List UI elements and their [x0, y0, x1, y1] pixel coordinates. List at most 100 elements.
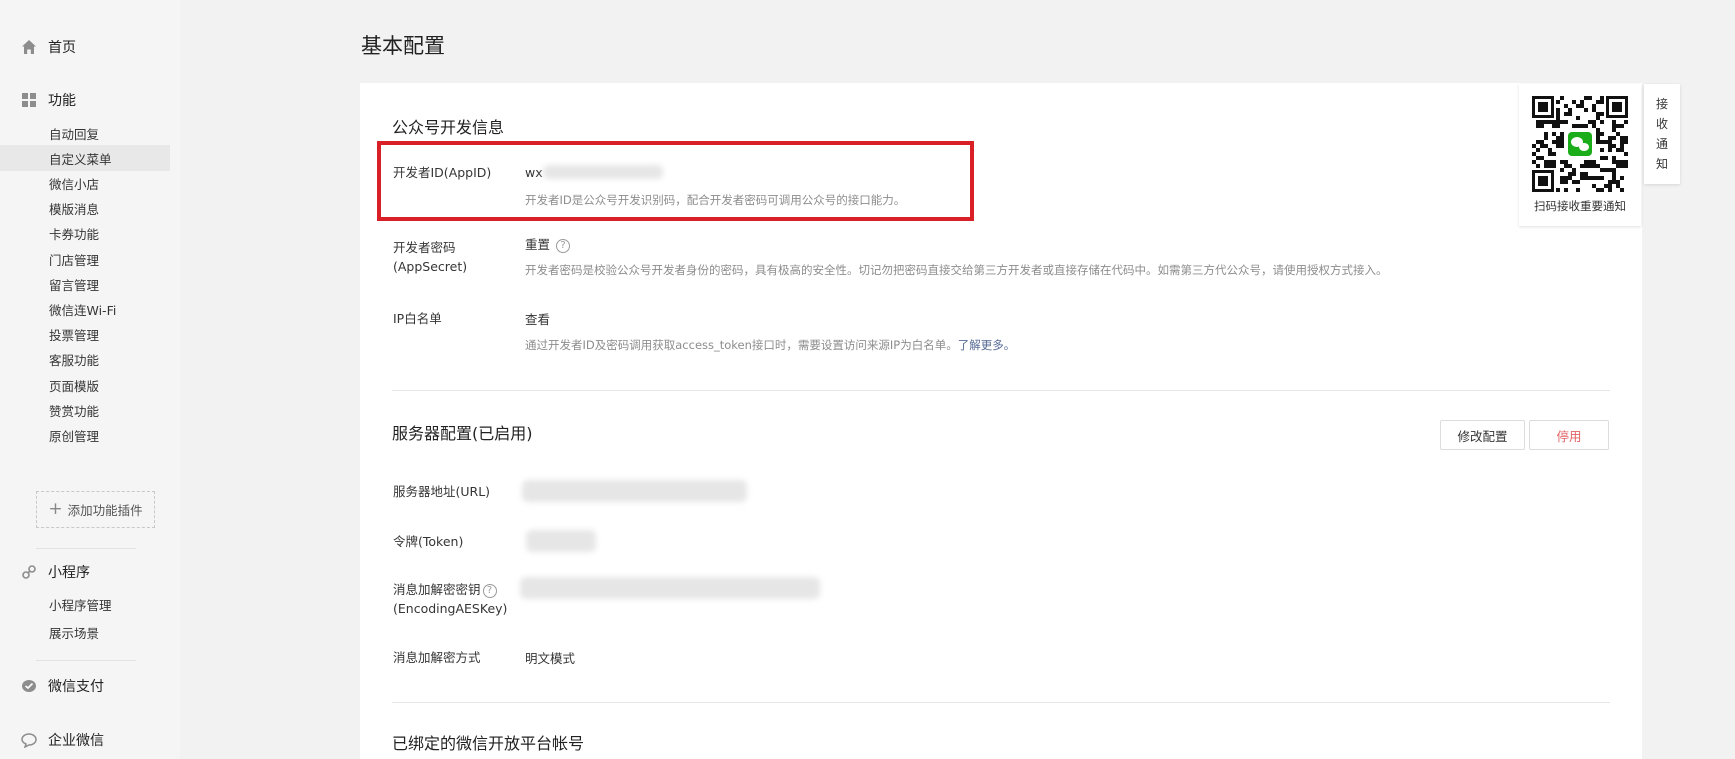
qr-module — [1616, 160, 1620, 164]
qr-module — [1556, 144, 1560, 148]
qr-module — [1620, 164, 1624, 168]
server-config-title: 服务器配置(已启用) — [392, 424, 533, 443]
sidebar-divider — [36, 548, 136, 549]
qr-module — [1556, 100, 1560, 104]
sidebar-item-showcase[interactable]: 展示场景 — [0, 619, 170, 645]
qr-module — [1612, 172, 1616, 176]
sidebar-item-label: 小程序管理 — [49, 597, 112, 613]
qr-module — [1560, 180, 1564, 184]
qr-module — [1572, 172, 1576, 176]
sidebar-pay[interactable]: 微信支付 — [20, 674, 104, 698]
sidebar-item-miniprogram-manage[interactable]: 小程序管理 — [0, 591, 170, 617]
qr-code — [1532, 96, 1628, 192]
help-icon[interactable]: ? — [482, 583, 497, 598]
qr-module — [1552, 132, 1556, 136]
sidebar-item-8[interactable]: 微信连Wi-Fi — [0, 296, 170, 322]
qr-module — [1608, 184, 1612, 188]
qr-module — [1620, 140, 1624, 144]
ip-whitelist-desc-text: 通过开发者ID及密码调用获取access_token接口时，需要设置访问来源IP… — [525, 338, 958, 352]
qr-module — [1576, 116, 1580, 120]
qr-module — [1620, 188, 1624, 192]
qr-module — [1588, 176, 1592, 180]
receive-notice-tab[interactable]: 接收通知 — [1644, 84, 1680, 184]
dev-info-title: 公众号开发信息 — [392, 118, 505, 137]
plus-icon: + — [48, 499, 63, 519]
qr-module — [1588, 96, 1592, 100]
sidebar-item-11[interactable]: 页面模版 — [0, 372, 170, 398]
qr-module — [1560, 136, 1564, 140]
qr-module — [1616, 124, 1620, 128]
qr-module — [1540, 120, 1544, 124]
appsecret-label-line1: 开发者密码 — [393, 240, 456, 255]
chat-bubble-icon — [20, 731, 38, 749]
add-plugin-button[interactable]: + 添加功能插件 — [36, 491, 155, 528]
learn-more-link[interactable]: 了解更多。 — [958, 338, 1016, 352]
reset-secret-link[interactable]: 重置 — [525, 237, 550, 252]
notice-tab-char: 收 — [1655, 117, 1668, 131]
qr-module — [1612, 156, 1616, 160]
section-divider — [392, 390, 1610, 391]
qr-module — [1564, 120, 1568, 124]
sidebar-item-12[interactable]: 赞赏功能 — [0, 397, 170, 423]
sidebar-item-label: 模版消息 — [49, 202, 100, 218]
qr-module — [1580, 124, 1584, 128]
sidebar-item-3[interactable]: 微信小店 — [0, 170, 170, 196]
sidebar-item-1[interactable]: 自动回复 — [0, 120, 170, 146]
qr-module — [1548, 160, 1552, 164]
qr-module — [1564, 160, 1568, 164]
sidebar-item-4[interactable]: 模版消息 — [0, 196, 170, 222]
notice-tab-char: 通 — [1655, 137, 1668, 151]
sidebar-item-5[interactable]: 卡券功能 — [0, 221, 170, 247]
qr-module — [1564, 104, 1568, 108]
qr-module — [1536, 164, 1540, 168]
appsecret-label-line2: (AppSecret) — [393, 259, 468, 274]
sidebar-item-label: 微信连Wi-Fi — [49, 302, 117, 318]
qr-module — [1560, 176, 1564, 180]
ip-whitelist-label: IP白名单 — [393, 311, 442, 326]
qr-module — [1568, 176, 1572, 180]
qr-module — [1584, 172, 1588, 176]
disable-button[interactable]: 停用 — [1529, 420, 1609, 450]
qr-module — [1604, 184, 1608, 188]
qr-module — [1592, 108, 1596, 112]
help-icon[interactable]: ? — [556, 238, 571, 253]
qr-module — [1608, 180, 1612, 184]
sidebar-item-7[interactable]: 留言管理 — [0, 271, 170, 297]
ip-whitelist-view-link[interactable]: 查看 — [525, 309, 550, 328]
qr-module — [1536, 124, 1540, 128]
aes-key-label: 消息加解密密钥? (EncodingAESKey) — [393, 580, 507, 618]
qr-module — [1596, 176, 1600, 180]
qr-module — [1612, 120, 1616, 124]
ip-whitelist-desc: 通过开发者ID及密码调用获取access_token接口时，需要设置访问来源IP… — [525, 337, 1015, 353]
modify-config-button[interactable]: 修改配置 — [1440, 420, 1525, 450]
qr-module — [1600, 112, 1604, 116]
qr-module — [1612, 144, 1616, 148]
sidebar-pay-label: 微信支付 — [48, 679, 104, 695]
sidebar-home[interactable]: 首页 — [20, 35, 76, 59]
qr-module — [1600, 132, 1604, 136]
sidebar-item-label: 赞赏功能 — [49, 403, 100, 419]
qr-module — [1560, 132, 1564, 136]
qr-module — [1580, 100, 1584, 104]
qr-module — [1608, 136, 1612, 140]
sidebar-item-6[interactable]: 门店管理 — [0, 246, 170, 272]
sidebar-item-9[interactable]: 投票管理 — [0, 322, 170, 348]
qr-module — [1580, 104, 1584, 108]
qr-module — [1592, 176, 1596, 180]
qr-module — [1564, 176, 1568, 180]
qr-module — [1588, 160, 1592, 164]
sidebar-work-label: 企业微信 — [48, 733, 104, 749]
sidebar-item-10[interactable]: 客服功能 — [0, 347, 170, 373]
qr-module — [1568, 164, 1572, 168]
sidebar-work-wechat[interactable]: 企业微信 — [20, 728, 104, 752]
qr-module — [1596, 140, 1600, 144]
qr-module — [1536, 156, 1540, 160]
sidebar-item-2[interactable]: 自定义菜单 — [0, 145, 170, 172]
appsecret-desc: 开发者密码是校验公众号开发者身份的密码，具有极高的安全性。切记勿把密码直接交给第… — [525, 263, 1388, 277]
qr-module — [1544, 160, 1548, 164]
sidebar-item-label: 页面模版 — [49, 378, 100, 394]
sidebar-item-13[interactable]: 原创管理 — [0, 422, 170, 448]
qr-module — [1544, 132, 1548, 136]
qr-module — [1552, 160, 1556, 164]
aes-key-label-line1: 消息加解密密钥 — [393, 582, 481, 597]
